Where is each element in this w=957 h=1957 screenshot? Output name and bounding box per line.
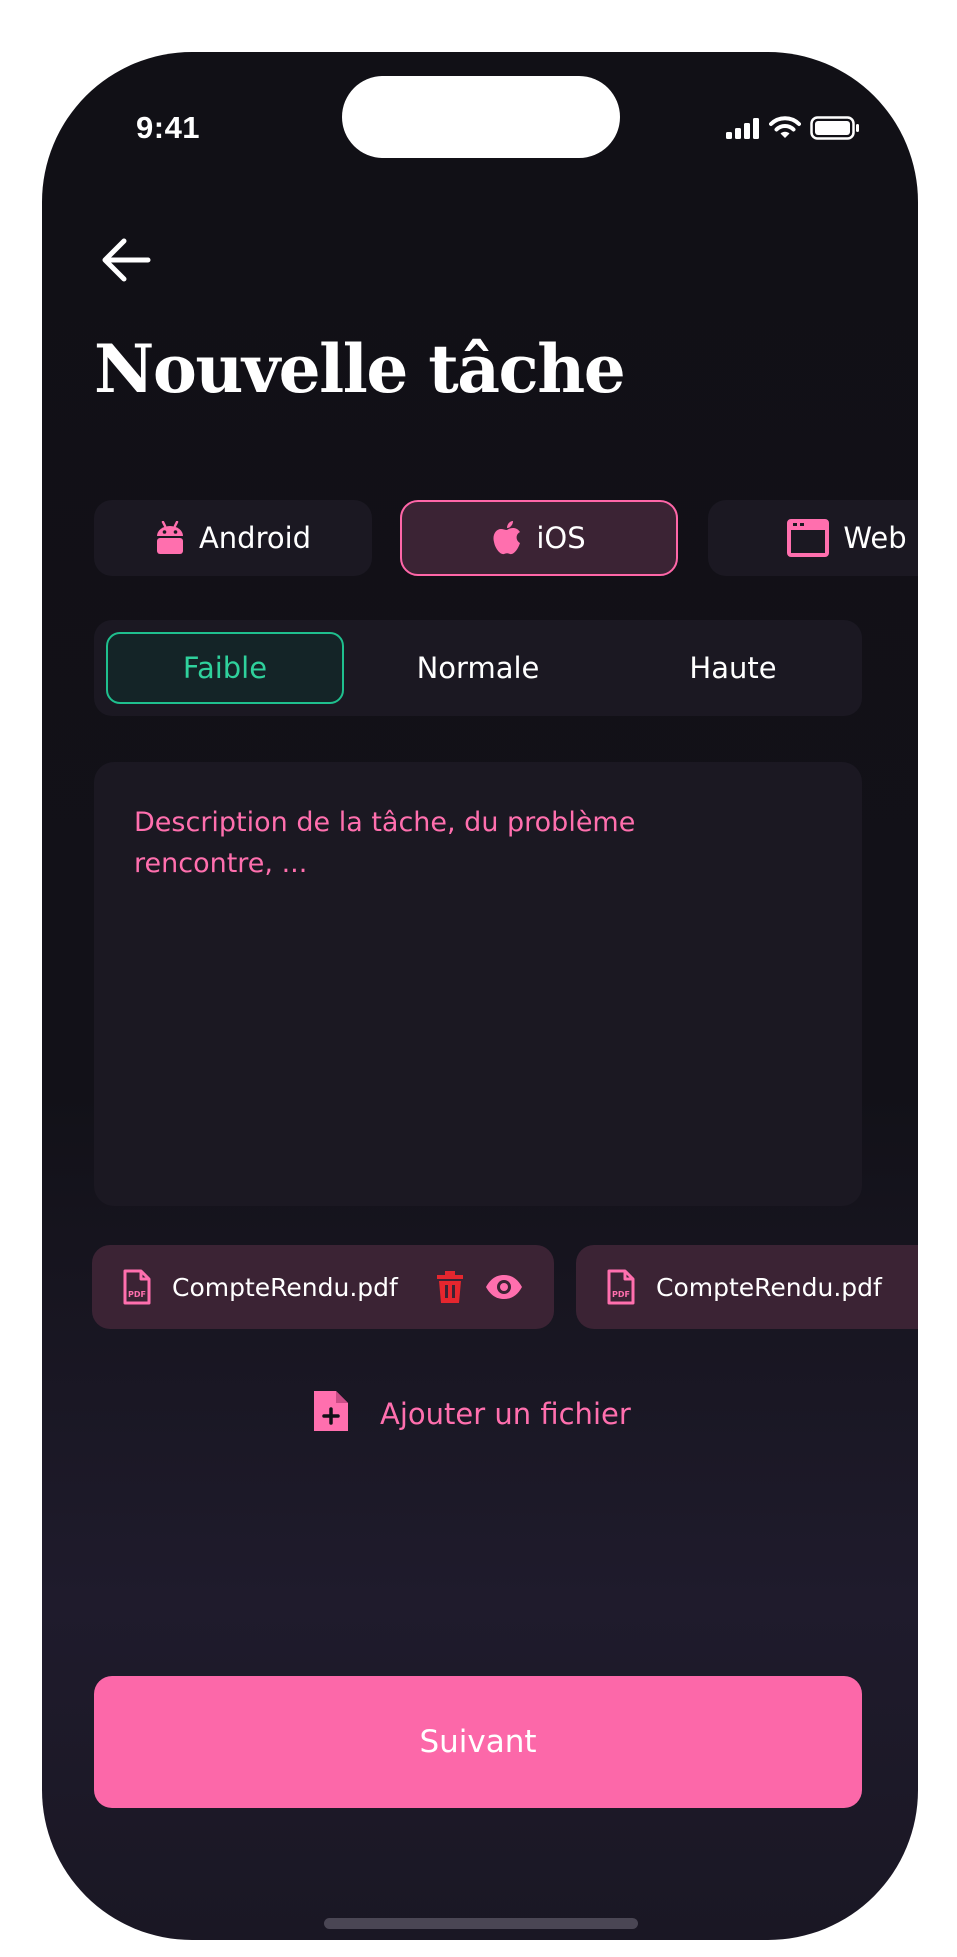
pdf-file-icon: PDF <box>122 1269 152 1305</box>
priority-option-normale[interactable]: Normale <box>359 632 597 704</box>
svg-text:PDF: PDF <box>128 1290 146 1299</box>
home-indicator <box>324 1918 638 1929</box>
status-time: 9:41 <box>136 110 201 145</box>
eye-icon[interactable] <box>482 1265 526 1309</box>
browser-window-icon <box>787 519 830 557</box>
add-file-button[interactable]: Ajouter un fichier <box>312 1384 631 1444</box>
platform-chip-android[interactable]: Android <box>94 500 372 576</box>
page-title: Nouvelle tâche <box>94 330 626 408</box>
apple-icon <box>492 520 522 556</box>
dynamic-island <box>342 76 620 158</box>
priority-selector: Faible Normale Haute <box>94 620 862 716</box>
platform-label-ios: iOS <box>536 521 586 555</box>
platform-chip-web[interactable]: Web <box>708 500 918 576</box>
add-file-label: Ajouter un fichier <box>380 1397 631 1431</box>
wifi-icon <box>769 116 801 144</box>
attachments-row: PDF CompteRendu.pdf PDF CompteRendu.pdf <box>92 1245 918 1329</box>
file-plus-icon <box>312 1389 350 1440</box>
attachment-chip[interactable]: PDF CompteRendu.pdf <box>576 1245 918 1329</box>
pdf-file-icon: PDF <box>606 1269 636 1305</box>
trash-icon[interactable] <box>428 1265 472 1309</box>
platform-label-android: Android <box>198 521 312 555</box>
status-icons <box>726 116 860 144</box>
signal-icon <box>726 117 760 143</box>
attachment-chip[interactable]: PDF CompteRendu.pdf <box>92 1245 554 1329</box>
svg-text:PDF: PDF <box>612 1290 630 1299</box>
phone-screen: 9:41 Nouvelle tâche Android iOS Web Faib… <box>42 52 918 1940</box>
battery-icon <box>810 116 860 144</box>
description-input[interactable] <box>134 802 822 1166</box>
platform-chip-ios[interactable]: iOS <box>400 500 678 576</box>
next-button[interactable]: Suivant <box>94 1676 862 1808</box>
priority-option-haute[interactable]: Haute <box>614 632 852 704</box>
attachment-name: CompteRendu.pdf <box>656 1272 882 1302</box>
platform-selector: Android iOS Web <box>94 500 918 576</box>
arrow-left-icon <box>100 236 152 288</box>
attachment-name: CompteRendu.pdf <box>172 1272 398 1302</box>
back-button[interactable] <box>94 230 158 294</box>
android-icon <box>155 521 185 555</box>
description-field-container <box>94 762 862 1206</box>
priority-option-faible[interactable]: Faible <box>106 632 344 704</box>
platform-label-web: Web <box>843 521 907 555</box>
